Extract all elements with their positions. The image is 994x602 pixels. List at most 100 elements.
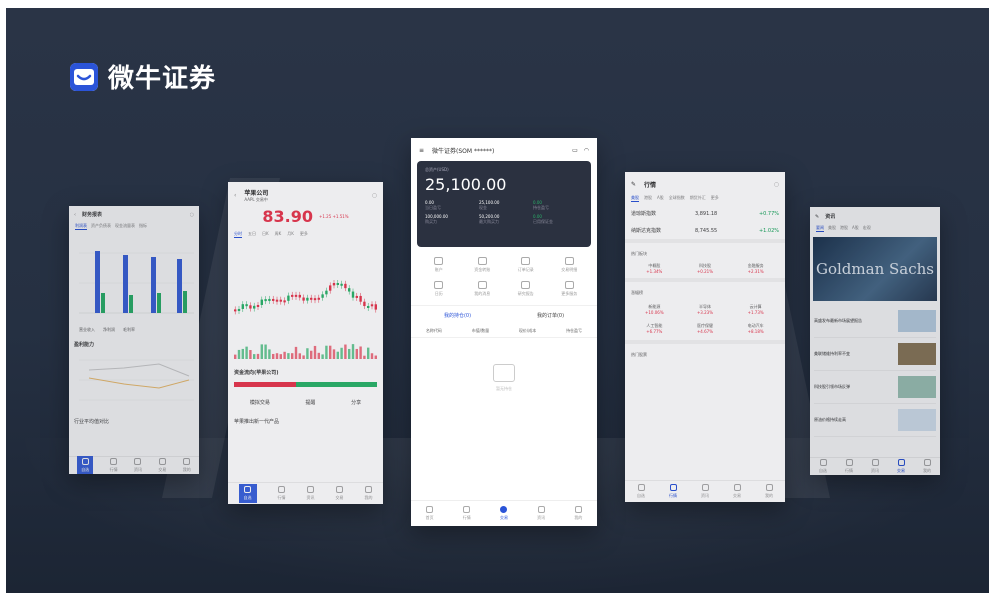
search-icon[interactable]: ○	[190, 212, 194, 218]
news-item[interactable]: 科技股引领市场反弹	[814, 371, 936, 404]
account-actions: 账户 资金转账 订单记录 交易明细 日历 我的消息 研究报告 更多服务	[411, 249, 597, 305]
candle	[241, 304, 244, 309]
share-button[interactable]: 分享	[351, 399, 361, 406]
back-icon[interactable]: ‹	[74, 212, 76, 218]
nav-market[interactable]: 行情	[278, 486, 286, 501]
sector-card[interactable]: 科技股 +0.21%	[697, 263, 713, 274]
news-item[interactable]: 原油价格持续走高	[814, 404, 936, 437]
news-item[interactable]: 美联储维持利率不变	[814, 338, 936, 371]
nav-trade[interactable]: 交易	[733, 484, 741, 499]
sector-card[interactable]: 中概股 +1.34%	[646, 263, 662, 274]
nav-me[interactable]: 我的	[923, 459, 931, 474]
nav-trade[interactable]: 交易	[500, 506, 508, 521]
nav-news[interactable]: 资讯	[307, 486, 315, 501]
tab-monthly[interactable]: 月K	[287, 231, 294, 238]
tab-hk[interactable]: 港股	[840, 225, 848, 232]
candle	[321, 294, 324, 298]
nav-news[interactable]: 资讯	[871, 459, 879, 474]
nav-watchlist[interactable]: 自选	[77, 456, 94, 474]
tab-balance[interactable]: 资产负债表	[91, 223, 111, 230]
message-icon[interactable]: ▭	[572, 147, 578, 154]
tab-profit[interactable]: 利润表	[75, 223, 87, 230]
tab-daily[interactable]: 日K	[262, 231, 269, 238]
news-item[interactable]: 高盛发布最新市场展望报告	[814, 305, 936, 338]
tab-us[interactable]: 美股	[828, 225, 836, 232]
back-icon[interactable]: ‹	[234, 192, 236, 199]
nav-watchlist[interactable]: 自选	[819, 459, 827, 474]
bottom-nav: 自选 行情 资讯 交易 我的	[625, 480, 785, 502]
tab-intraday[interactable]: 分时	[234, 231, 242, 238]
tab-weekly[interactable]: 周K	[275, 231, 282, 238]
index-row[interactable]: 道琼斯指数 3,891.18 +0.77%	[625, 205, 785, 222]
gainer-card[interactable]: 新能源 +10.06%	[629, 304, 680, 315]
search-icon[interactable]: ○	[774, 181, 779, 188]
nav-news[interactable]: 资讯	[537, 506, 545, 521]
tab-cashflow[interactable]: 现金流量表	[115, 223, 135, 230]
tab-futures[interactable]: 期货外汇	[690, 195, 706, 202]
action-orders[interactable]: 订单记录	[504, 257, 548, 273]
nav-news[interactable]: 资讯	[701, 484, 709, 499]
nav-home[interactable]: 首页	[426, 506, 434, 521]
action-reports[interactable]: 研究报告	[504, 281, 548, 297]
tab-hk[interactable]: 港股	[644, 195, 652, 202]
gainer-card[interactable]: 云计算 +1.73%	[730, 304, 781, 315]
tab-headlines[interactable]: 要闻	[816, 225, 824, 232]
gainer-card[interactable]: 医疗保健 +4.67%	[680, 323, 731, 334]
candle	[363, 301, 366, 307]
alert-button[interactable]: 提醒	[305, 399, 315, 406]
nav-trade[interactable]: 交易	[158, 458, 166, 473]
action-calendar[interactable]: 日历	[417, 281, 461, 297]
gainer-card[interactable]: 人工智能 +6.77%	[629, 323, 680, 334]
gainer-card[interactable]: 半导体 +3.23%	[680, 304, 731, 315]
tab-us[interactable]: 美股	[631, 195, 639, 202]
candle	[332, 283, 336, 286]
nav-me[interactable]: 我的	[365, 486, 373, 501]
volume-bar	[253, 354, 256, 359]
nav-me[interactable]: 我的	[183, 458, 191, 473]
volume-bar	[313, 345, 317, 359]
nav-me[interactable]: 我的	[765, 484, 773, 499]
edit-icon[interactable]: ✎	[631, 181, 636, 188]
nav-watchlist[interactable]: 自选	[637, 484, 645, 499]
sim-trade-button[interactable]: 模拟交易	[250, 399, 270, 406]
action-account[interactable]: 账户	[417, 257, 461, 273]
action-more[interactable]: 更多服务	[548, 281, 592, 297]
nav-news[interactable]: 资讯	[134, 458, 142, 473]
balance-amount: 25,100.00	[425, 175, 507, 194]
financials-title: 财务报表	[82, 212, 103, 218]
news-banner[interactable]: Goldman Sachs	[813, 237, 937, 301]
sector-card[interactable]: 金融服务 +2.31%	[748, 263, 764, 274]
nav-market[interactable]: 行情	[110, 458, 118, 473]
headset-icon[interactable]: ◠	[584, 147, 589, 154]
nav-market[interactable]: 行情	[463, 506, 471, 521]
action-details[interactable]: 交易明细	[548, 257, 592, 273]
action-transfer[interactable]: 资金转账	[461, 257, 505, 273]
tab-a[interactable]: A股	[657, 195, 664, 202]
tab-5day[interactable]: 五日	[248, 231, 256, 238]
candle	[313, 298, 317, 301]
search-icon[interactable]: ○	[372, 192, 377, 199]
nav-trade[interactable]: 交易	[897, 459, 905, 474]
nav-market[interactable]: 行情	[669, 484, 677, 499]
action-messages[interactable]: 我的消息	[461, 281, 505, 297]
candle	[325, 290, 328, 295]
stat-label: 最大购买力	[479, 219, 499, 224]
tab-global[interactable]: 全球指数	[669, 195, 685, 202]
index-value: 3,891.18	[694, 210, 718, 217]
menu-icon[interactable]: ≡	[419, 147, 424, 154]
tab-macro[interactable]: 宏观	[863, 225, 871, 232]
nav-watchlist[interactable]: 自选	[238, 484, 257, 503]
nav-trade[interactable]: 交易	[336, 486, 344, 501]
tab-more[interactable]: 更多	[300, 231, 308, 238]
nav-me[interactable]: 我的	[574, 506, 582, 521]
tab-a[interactable]: A股	[852, 225, 859, 232]
tab-holdings[interactable]: 我的持仓(0)	[444, 312, 471, 319]
index-row[interactable]: 纳斯达克指数 8,745.55 +1.02%	[625, 222, 785, 239]
legend-revenue: 营业收入	[79, 327, 95, 332]
gainer-card[interactable]: 电动汽车 +8.18%	[730, 323, 781, 334]
tab-more[interactable]: 更多	[711, 195, 719, 202]
tab-metrics[interactable]: 指标	[139, 223, 147, 230]
edit-icon[interactable]: ✎	[815, 214, 819, 220]
nav-market[interactable]: 行情	[845, 459, 853, 474]
tab-orders[interactable]: 我的订单(0)	[537, 312, 564, 319]
